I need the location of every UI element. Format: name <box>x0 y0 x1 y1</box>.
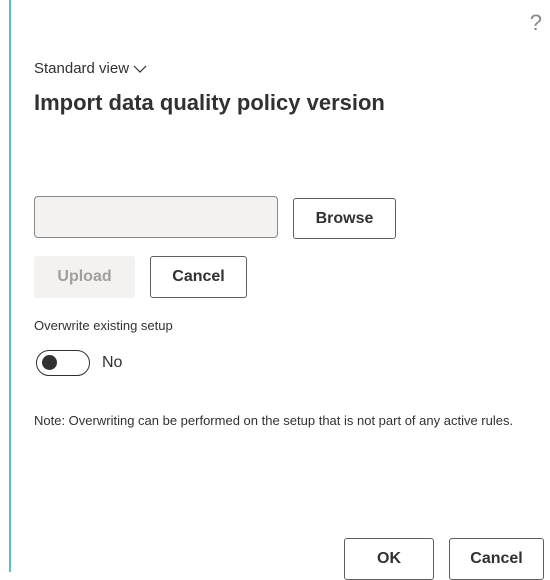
overwrite-setup-field: No <box>36 350 122 376</box>
dialog-left-border <box>9 0 11 572</box>
ok-button[interactable]: OK <box>344 538 434 580</box>
chevron-down-icon <box>133 65 147 73</box>
overwrite-setup-label: Overwrite existing setup <box>34 318 173 333</box>
browse-button[interactable]: Browse <box>293 198 396 239</box>
overwrite-note: Note: Overwriting can be performed on th… <box>34 413 514 428</box>
view-selector-label: Standard view <box>34 60 130 77</box>
cancel-button[interactable]: Cancel <box>449 538 544 580</box>
upload-cancel-button[interactable]: Cancel <box>150 256 247 298</box>
help-icon[interactable]: ? <box>530 12 542 34</box>
overwrite-setup-toggle[interactable] <box>36 350 90 376</box>
view-selector[interactable]: Standard view <box>34 60 147 77</box>
overwrite-toggle-state: No <box>102 354 123 371</box>
upload-button[interactable]: Upload <box>34 256 135 298</box>
page-title: Import data quality policy version <box>34 90 385 115</box>
file-path-input[interactable] <box>34 196 278 238</box>
import-policy-dialog: ? Standard view Import data quality poli… <box>0 0 550 580</box>
toggle-knob <box>42 355 57 370</box>
